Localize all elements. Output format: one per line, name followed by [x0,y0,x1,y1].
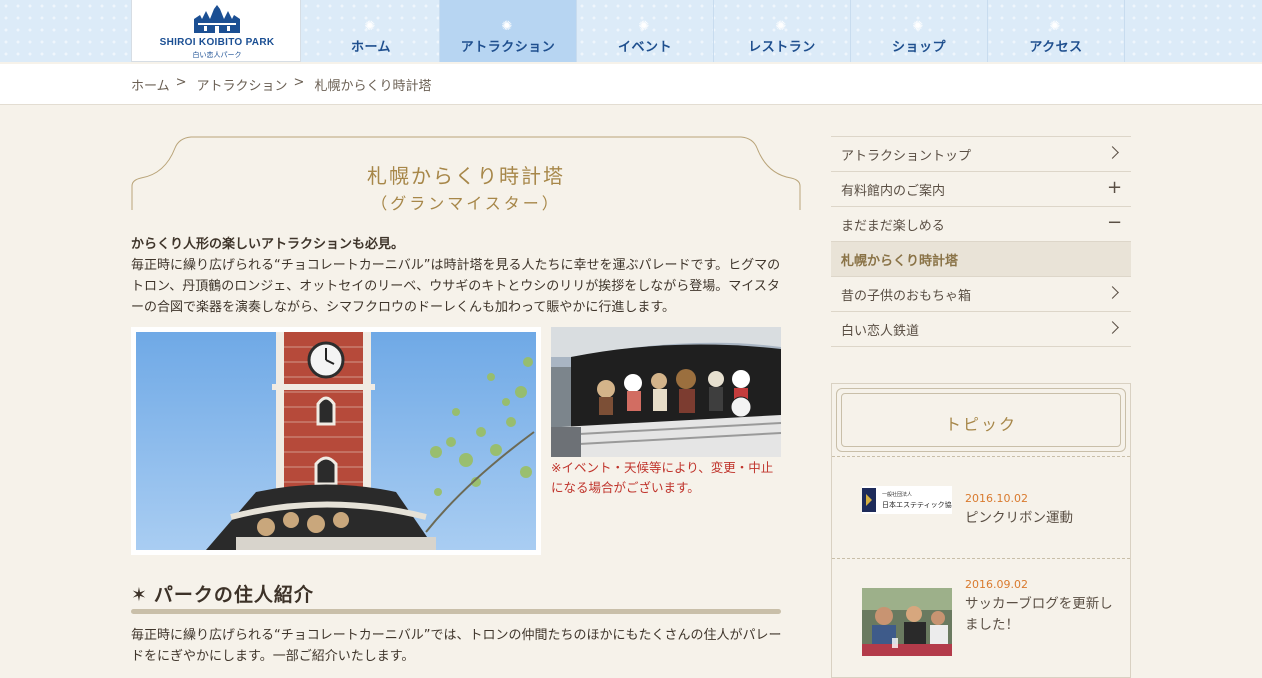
side-menu-item-more-fun[interactable]: まだまだ楽しめる − [831,206,1131,241]
photo-caption-note: ※イベント・天候等により、変更・中止になる場合がございます。 [551,460,774,495]
nav-item-restaurant[interactable]: ✺ レストラン [714,0,851,62]
topics-title: トピック [944,415,1017,434]
snowflake-icon: ✺ [638,19,650,34]
nav-item-event[interactable]: ✺ イベント [577,0,714,62]
nav-label: ホーム [350,40,392,55]
lead-heading: からくり人形の楽しいアトラクションも必見。 [131,237,405,252]
side-menu-item-paid-hall[interactable]: 有料館内のご案内 + [831,171,1131,206]
side-menu-label: 札幌からくり時計塔 [841,254,959,269]
chevron-right-icon [1106,286,1119,299]
star-mark-icon: ✶ [131,584,148,606]
breadcrumb-current: 札幌からくり時計塔 [314,79,432,94]
side-menu-label: まだまだ楽しめる [841,219,945,234]
plus-icon[interactable]: + [1107,179,1122,197]
section-paragraph: 毎正時に繰り広げられる“チョコレートカーニバル”では、トロンの仲間たちのほかにも… [131,628,782,664]
nav-label: イベント [617,40,672,55]
soccer-blog-photo [862,588,952,656]
page-title: 札幌からくり時計塔 [367,164,565,188]
logo-text: SHIROI KOIBITO PARK [159,37,275,48]
lead-paragraph: からくり人形の楽しいアトラクションも必見。 毎正時に繰り広げられる“チョコレート… [131,234,786,318]
side-menu-label: 有料館内のご案内 [841,184,946,199]
side-menu-item-railway[interactable]: 白い恋人鉄道 [831,311,1131,347]
topic-date: 2016.10.02 [965,492,1028,505]
breadcrumb-link-attraction[interactable]: アトラクション [197,75,288,94]
section-divider [131,609,781,614]
snowflake-icon: ✺ [1049,19,1061,34]
topic-title-link[interactable]: サッカーブログを更新しました！ [965,594,1115,636]
breadcrumb: ホーム > アトラクション > 札幌からくり時計塔 [131,75,431,94]
karakuri-dolls-photo [551,327,781,457]
breadcrumb-separator: > [293,75,305,90]
nav-label: ショップ [891,40,946,55]
topic-item[interactable]: 2016.09.02 サッカーブログを更新しました！ [832,558,1130,678]
side-menu-label: アトラクショントップ [841,149,972,164]
snowflake-icon: ✺ [501,19,513,34]
topic-item[interactable]: 一般社団法人 日本エステティック協会 2016.10.02 ピンクリボン運動 [832,456,1130,558]
nav-item-home[interactable]: ✺ ホーム [303,0,440,62]
snowflake-icon: ✺ [912,19,924,34]
side-menu-label: 白い恋人鉄道 [841,324,920,339]
topics-header-frame: トピック [836,388,1126,452]
nav-item-shop[interactable]: ✺ ショップ [851,0,988,62]
nav-item-access[interactable]: ✺ アクセス [988,0,1125,62]
breadcrumb-bar: ホーム > アトラクション > 札幌からくり時計塔 [0,64,1262,105]
minus-icon[interactable]: − [1107,214,1122,232]
section-heading-text: パークの住人紹介 [153,584,314,606]
snowflake-icon: ✺ [775,19,787,34]
side-menu-item-clock-tower[interactable]: 札幌からくり時計塔 [831,241,1131,276]
clock-tower-photo [131,327,541,555]
site-logo[interactable]: SHIROI KOIBITO PARK 白い恋人パーク [131,0,301,62]
side-menu-label: 昔の子供のおもちゃ箱 [841,289,972,304]
logo-subtext: 白い恋人パーク [192,51,242,59]
logo-text: 日本エステティック協会 [882,500,952,509]
nav-label: アトラクション [460,40,556,55]
nav-item-attraction[interactable]: ✺ アトラクション [440,0,577,62]
nav-label: レストラン [748,40,816,55]
side-menu-item-toy-box[interactable]: 昔の子供のおもちゃ箱 [831,276,1131,311]
castle-logo-icon [194,5,240,33]
breadcrumb-separator: > [175,75,187,90]
topic-title-link[interactable]: ピンクリボン運動 [965,508,1115,529]
page-subtitle: （グランマイスター） [371,194,561,213]
clock-tower-image [136,332,536,550]
chevron-right-icon [1106,146,1119,159]
main-nav: ✺ ホーム ✺ アトラクション ✺ イベント ✺ レストラン ✺ ショップ ✺ … [303,0,1125,62]
section-heading: ✶ パークの住人紹介 [131,580,781,607]
topic-date: 2016.09.02 [965,578,1028,591]
side-menu-item-attraction-top[interactable]: アトラクショントップ [831,136,1131,171]
chevron-right-icon [1106,321,1119,334]
side-menu: アトラクショントップ 有料館内のご案内 + まだまだ楽しめる − 札幌からくり時… [831,136,1131,347]
esthetic-association-logo: 一般社団法人 日本エステティック協会 [862,486,952,514]
nav-label: アクセス [1029,40,1083,55]
topics-box: トピック 一般社団法人 日本エステティック協会 2016.10.02 ピンクリボ… [831,383,1131,678]
breadcrumb-link-home[interactable]: ホーム [131,75,170,94]
snowflake-icon: ✺ [364,19,376,34]
logo-small-text: 一般社団法人 [882,491,912,498]
lead-text: 毎正時に繰り広げられる“チョコレートカーニバル”は時計塔を見る人たちに幸せを運ぶ… [131,258,781,315]
